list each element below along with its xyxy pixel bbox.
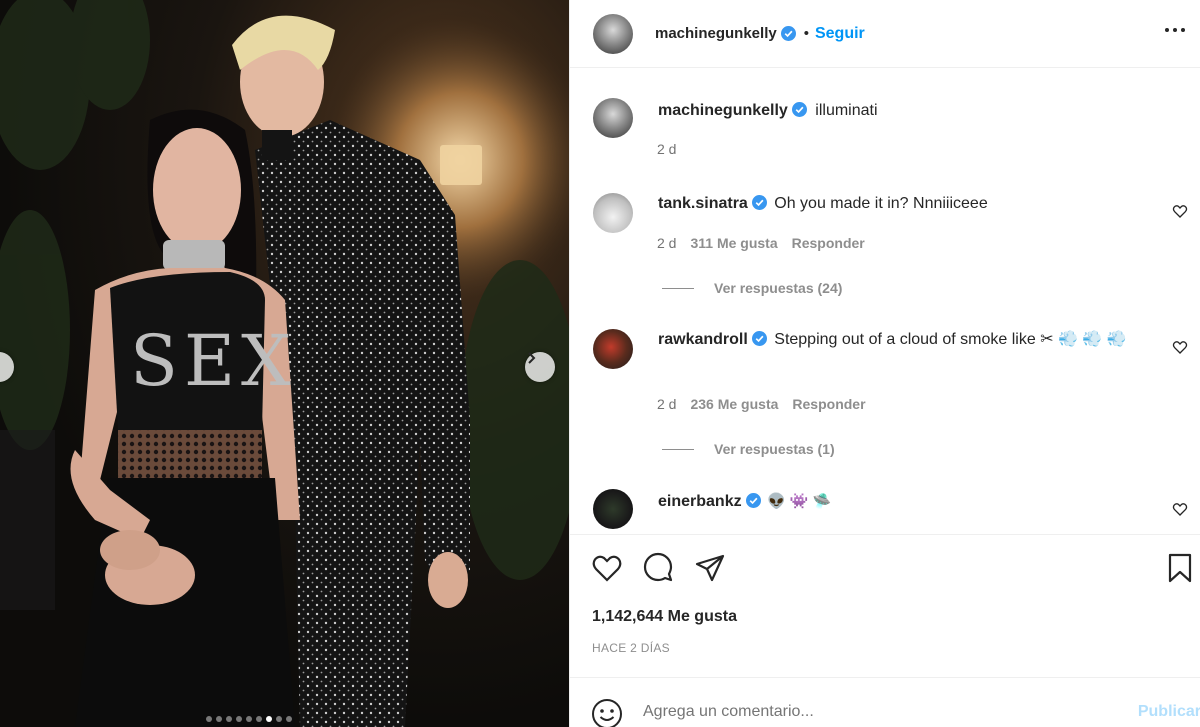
comment-username[interactable]: tank.sinatra xyxy=(658,195,748,212)
comment-likes[interactable]: 236 Me gusta xyxy=(690,396,778,412)
carousel-dot xyxy=(216,716,222,722)
view-replies-button[interactable]: Ver respuestas (1) xyxy=(662,441,835,457)
comment-text: Stepping out of a cloud of smoke like ✂ … xyxy=(774,331,1127,348)
comment-item: rawkandroll Stepping out of a cloud of s… xyxy=(593,329,1188,369)
post-actions: 1,142,644 Me gusta HACE 2 DÍAS xyxy=(570,534,1200,655)
caption-avatar[interactable] xyxy=(593,98,633,138)
comment-text: Oh you made it in? Nnniiiceee xyxy=(774,195,988,212)
caption-row: machinegunkelly illuminati xyxy=(593,98,1188,138)
reply-button[interactable]: Responder xyxy=(792,396,865,412)
carousel-dot xyxy=(276,716,282,722)
carousel-dot xyxy=(226,716,232,722)
comment-text: 👽 👾 🛸 xyxy=(767,493,832,510)
ellipsis-icon[interactable] xyxy=(1161,20,1189,40)
post-photo: SEX xyxy=(0,0,569,727)
caption-meta: 2 d xyxy=(657,141,676,157)
reply-button[interactable]: Responder xyxy=(792,235,865,251)
verified-badge-icon xyxy=(751,195,767,210)
follow-button[interactable]: Seguir xyxy=(815,25,865,43)
comment-item: tank.sinatra Oh you made it in? Nnniiice… xyxy=(593,193,1188,233)
post-header: machinegunkelly • Seguir xyxy=(570,0,1200,68)
view-replies-label: Ver respuestas (1) xyxy=(714,441,835,457)
heart-icon[interactable] xyxy=(591,552,623,584)
author-avatar[interactable] xyxy=(593,13,633,54)
caption-username[interactable]: machinegunkelly xyxy=(658,102,788,119)
comment-bubble-icon[interactable] xyxy=(642,552,674,584)
verified-badge-icon xyxy=(751,331,767,346)
paper-plane-icon[interactable] xyxy=(694,552,726,584)
comment-meta: 2 d 236 Me gusta Responder xyxy=(657,396,866,412)
view-replies-button[interactable]: Ver respuestas (24) xyxy=(662,280,842,296)
heart-icon[interactable] xyxy=(1172,339,1188,355)
publish-button[interactable]: Publicar xyxy=(1138,703,1200,721)
carousel-dot xyxy=(206,716,212,722)
comments-list[interactable]: machinegunkelly illuminati 2 d tank.sina… xyxy=(570,69,1200,533)
replies-divider xyxy=(662,287,694,289)
verified-badge-icon xyxy=(745,493,761,508)
comment-composer: Publicar xyxy=(570,677,1200,727)
carousel-dot xyxy=(286,716,292,722)
comment-avatar[interactable] xyxy=(593,193,633,233)
carousel-indicator xyxy=(206,716,292,722)
author-username[interactable]: machinegunkelly xyxy=(655,25,777,42)
heart-icon[interactable] xyxy=(1172,203,1188,219)
caption-age[interactable]: 2 d xyxy=(657,141,676,157)
view-replies-label: Ver respuestas (24) xyxy=(714,280,843,296)
shirt-print: SEX xyxy=(130,320,297,402)
comment-avatar[interactable] xyxy=(593,329,633,369)
header-separator: • xyxy=(803,25,809,42)
caption-text: illuminati xyxy=(815,102,878,119)
comment-likes[interactable]: 311 Me gusta xyxy=(690,235,777,251)
carousel-dot xyxy=(256,716,262,722)
comment-avatar[interactable] xyxy=(593,489,633,529)
heart-icon[interactable] xyxy=(1172,501,1188,517)
comment-username[interactable]: einerbankz xyxy=(658,493,742,510)
carousel-dot xyxy=(266,716,272,722)
photo-illustration: SEX xyxy=(0,0,569,727)
likes-count[interactable]: 1,142,644 Me gusta xyxy=(592,608,737,626)
chevron-right-icon xyxy=(528,352,536,364)
bookmark-icon[interactable] xyxy=(1164,552,1196,584)
smiley-icon[interactable] xyxy=(591,698,623,727)
carousel-next-button[interactable] xyxy=(525,352,555,382)
verified-badge-icon xyxy=(791,102,807,117)
comment-item: einerbankz 👽 👾 🛸 xyxy=(593,489,1188,529)
verified-badge-icon xyxy=(780,26,796,41)
comment-age[interactable]: 2 d xyxy=(657,396,676,412)
comment-username[interactable]: rawkandroll xyxy=(658,331,748,348)
comment-age[interactable]: 2 d xyxy=(657,235,676,251)
replies-divider xyxy=(662,448,694,450)
post-timestamp[interactable]: HACE 2 DÍAS xyxy=(592,641,670,655)
comment-input[interactable] xyxy=(643,703,1043,721)
carousel-dot xyxy=(246,716,252,722)
post-side-panel: machinegunkelly • Seguir machinegunkelly… xyxy=(569,0,1200,727)
carousel-dot xyxy=(236,716,242,722)
comment-meta: 2 d 311 Me gusta Responder xyxy=(657,235,865,251)
